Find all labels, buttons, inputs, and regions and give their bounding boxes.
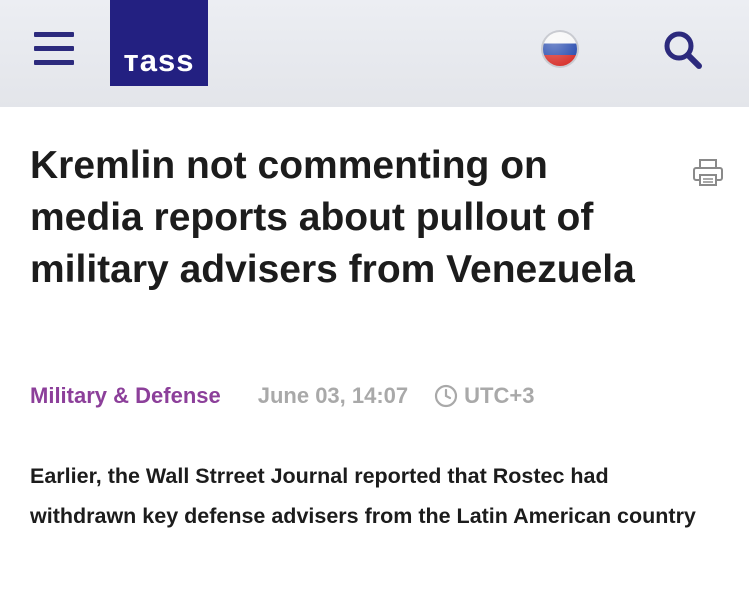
logo-text: тass xyxy=(123,43,195,78)
article-header: Kremlin not commenting on media reports … xyxy=(30,140,720,296)
site-header: тass xyxy=(0,0,749,107)
publish-date: June 03, 14:07 xyxy=(257,383,409,408)
article-title: Kremlin not commenting on media reports … xyxy=(30,144,635,291)
article-meta: Military & Defense June 03, 14:07 UTC+3 xyxy=(30,378,534,414)
category-link[interactable]: Military & Defense xyxy=(30,383,221,409)
article-lead: Earlier, the Wall Strreet Journal report… xyxy=(30,464,696,528)
russian-flag-icon[interactable] xyxy=(540,29,580,69)
clock-icon xyxy=(435,384,458,408)
tass-logo[interactable]: тass xyxy=(110,0,208,86)
timezone-label: UTC+3 xyxy=(464,383,535,408)
printer-icon[interactable] xyxy=(692,158,724,188)
hamburger-menu-icon[interactable] xyxy=(34,32,74,66)
timezone: UTC+3 xyxy=(434,383,534,409)
search-icon[interactable] xyxy=(662,29,704,71)
